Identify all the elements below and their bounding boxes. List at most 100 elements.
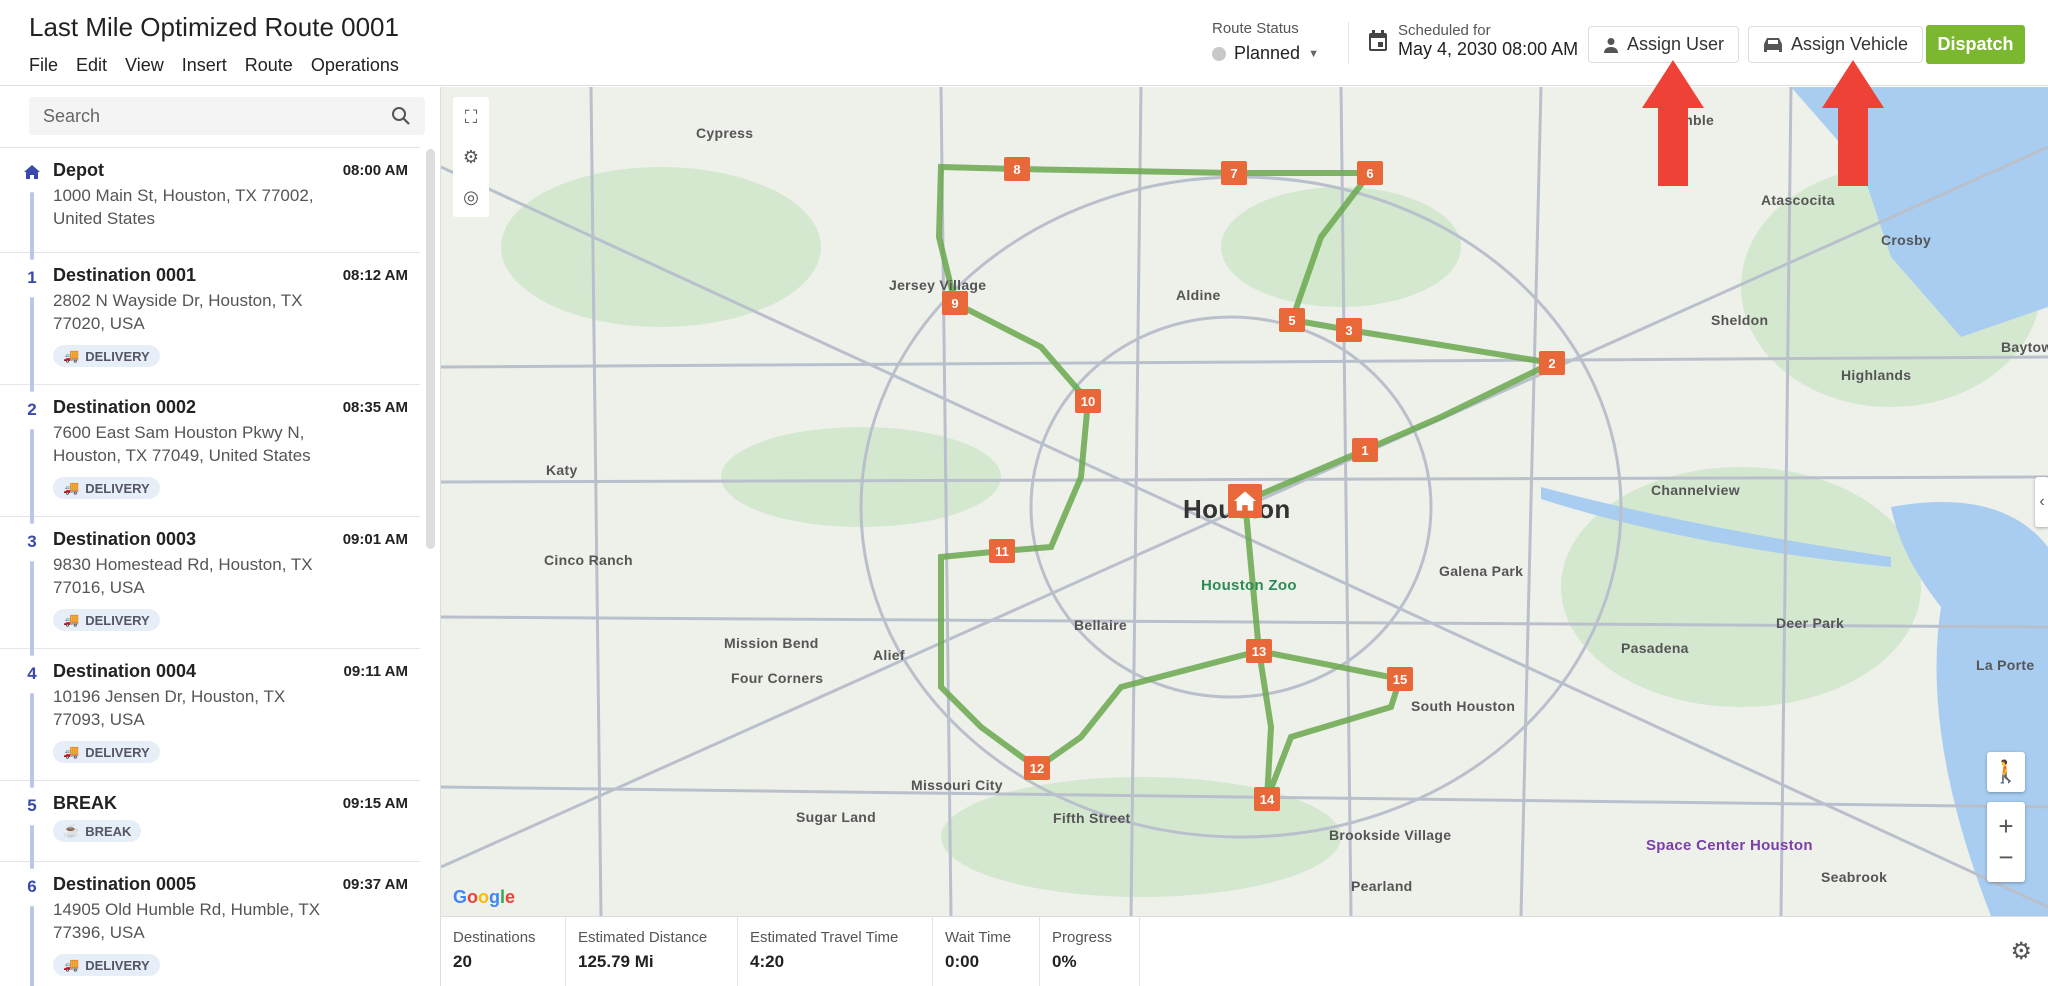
badge-label: DELIVERY xyxy=(85,744,150,760)
stop-address: 2802 N Wayside Dr, Houston, TX 77020, US… xyxy=(53,291,303,333)
zoom-out-icon[interactable]: − xyxy=(1998,842,2013,873)
badge-label: DELIVERY xyxy=(85,612,150,628)
page-title: Last Mile Optimized Route 0001 xyxy=(29,12,399,42)
break-badge: ☕ BREAK xyxy=(53,820,142,842)
stop-time: 08:35 AM xyxy=(342,399,408,416)
map-label: Katy xyxy=(546,462,578,478)
map-label: Cinco Ranch xyxy=(544,552,633,568)
stop-address: 9830 Homestead Rd, Houston, TX 77016, US… xyxy=(53,555,313,597)
route-marker[interactable]: 8 xyxy=(1004,157,1030,181)
stop-list: Depot 08:00 AM 1000 Main St, Houston, TX… xyxy=(0,147,420,986)
truck-icon: 🚚 xyxy=(63,348,80,363)
route-stats-bar: Destinations 20 Estimated Distance 125.79 … xyxy=(441,916,2048,986)
map[interactable]: ⛶ ⚙ ◎ Houston Houston Zoo Space Center H… xyxy=(441,87,2048,916)
assign-vehicle-button[interactable]: Assign Vehicle xyxy=(1748,26,1924,63)
stat-destinations: Destinations 20 xyxy=(441,917,566,986)
gear-icon[interactable]: ⚙ xyxy=(463,147,479,168)
menu-operations[interactable]: Operations xyxy=(311,55,399,76)
stat-label: Estimated Travel Time xyxy=(750,929,899,946)
route-marker[interactable]: 12 xyxy=(1024,756,1050,780)
assign-vehicle-label: Assign Vehicle xyxy=(1791,34,1909,54)
search-icon[interactable] xyxy=(391,106,411,126)
route-marker[interactable]: 10 xyxy=(1075,389,1101,413)
pegman-icon[interactable]: 🚶 xyxy=(1987,752,2025,792)
status-dot-icon xyxy=(1212,46,1226,61)
map-label-space-center: Space Center Houston xyxy=(1646,837,1813,854)
stop-address: 10196 Jensen Dr, Houston, TX 77093, USA xyxy=(53,687,286,729)
zoom-in-icon[interactable]: + xyxy=(1998,811,2013,842)
route-status-label: Route Status xyxy=(1212,20,1299,37)
map-label: Jersey Village xyxy=(889,277,987,293)
stat-value: 0:00 xyxy=(945,952,980,971)
sidebar-scrollbar[interactable] xyxy=(426,149,435,549)
divider xyxy=(1348,22,1349,64)
route-marker[interactable]: 11 xyxy=(989,539,1015,563)
timeline-bar xyxy=(30,297,34,392)
menu-route[interactable]: Route xyxy=(245,55,293,76)
timeline-bar xyxy=(30,561,34,656)
coffee-icon: ☕ xyxy=(63,823,80,838)
sidebar: Search Depot 08:00 AM 1000 Main St, Hous… xyxy=(0,87,441,986)
stop-number: 5 xyxy=(27,796,37,815)
list-item[interactable]: 4 Destination 0004 09:11 AM 10196 Jensen … xyxy=(0,649,420,788)
stop-address: 7600 East Sam Houston Pkwy N, Houston, T… xyxy=(53,423,311,465)
list-item[interactable]: 1 Destination 0001 08:12 AM 2802 N Waysid… xyxy=(0,253,420,392)
map-label: Alief xyxy=(873,647,905,663)
menu-insert[interactable]: Insert xyxy=(182,55,227,76)
stop-number: 2 xyxy=(27,400,37,419)
route-marker[interactable]: 5 xyxy=(1279,308,1305,332)
list-item[interactable]: 3 Destination 0003 09:01 AM 9830 Homestea… xyxy=(0,517,420,656)
scheduled-for[interactable]: Scheduled for May 4, 2030 08:00 AM xyxy=(1368,22,1578,60)
map-label: South Houston xyxy=(1411,698,1516,714)
chevron-left-icon[interactable]: ‹ xyxy=(2035,477,2048,527)
list-item[interactable]: 2 Destination 0002 08:35 AM 7600 East Sam… xyxy=(0,385,420,524)
stop-time: 08:12 AM xyxy=(342,267,408,284)
assign-user-label: Assign User xyxy=(1627,34,1725,54)
traffic-icon[interactable]: ◎ xyxy=(463,187,479,208)
route-status-dropdown[interactable]: Route Status Planned ▼ xyxy=(1212,20,1319,64)
map-label: Cypress xyxy=(696,125,754,141)
route-marker[interactable]: 9 xyxy=(942,291,968,315)
settings-gear-icon[interactable]: ⚙ xyxy=(2010,937,2032,966)
fullscreen-icon[interactable]: ⛶ xyxy=(465,107,478,128)
list-item-break[interactable]: 5 BREAK 09:15 AM ☕ BREAK xyxy=(0,781,420,869)
route-marker[interactable]: 7 xyxy=(1221,161,1247,185)
list-item-depot[interactable]: Depot 08:00 AM 1000 Main St, Houston, TX… xyxy=(0,148,420,260)
route-marker[interactable]: 3 xyxy=(1336,318,1362,342)
menu-file[interactable]: File xyxy=(29,55,58,76)
depot-home-marker-icon[interactable] xyxy=(1228,484,1262,518)
stop-number: 4 xyxy=(27,664,37,683)
map-label: Bellaire xyxy=(1074,617,1127,633)
map-label: Sheldon xyxy=(1711,312,1769,328)
map-label-zoo: Houston Zoo xyxy=(1201,577,1297,594)
route-marker[interactable]: 6 xyxy=(1357,161,1383,185)
scheduled-label: Scheduled for xyxy=(1398,22,1491,39)
truck-icon: 🚚 xyxy=(63,480,80,495)
map-label: Baytown xyxy=(2001,339,2048,355)
dispatch-button[interactable]: Dispatch xyxy=(1926,25,2025,64)
map-label: Atascocita xyxy=(1761,192,1835,208)
assign-user-button[interactable]: Assign User xyxy=(1588,26,1740,63)
stat-label: Wait Time xyxy=(945,929,1012,946)
stop-time: 09:15 AM xyxy=(342,795,408,812)
route-marker[interactable]: 15 xyxy=(1387,667,1413,691)
google-logo: Google xyxy=(453,887,516,907)
stat-label: Destinations xyxy=(453,929,536,946)
route-marker[interactable]: 14 xyxy=(1254,787,1280,811)
badge-label: DELIVERY xyxy=(85,348,150,364)
menu-view[interactable]: View xyxy=(125,55,164,76)
list-item[interactable]: 6 Destination 0005 09:37 AM 14905 Old Hum… xyxy=(0,862,420,986)
delivery-badge: 🚚 DELIVERY xyxy=(53,345,160,367)
stat-value: 0% xyxy=(1052,952,1077,971)
map-label: Mission Bend xyxy=(724,635,819,651)
truck-icon: 🚚 xyxy=(63,744,80,759)
stop-number: 3 xyxy=(27,532,37,551)
route-marker[interactable]: 13 xyxy=(1246,639,1272,663)
calendar-icon xyxy=(1369,30,1387,51)
route-marker[interactable]: 1 xyxy=(1352,438,1378,462)
stat-value: 125.79 Mi xyxy=(578,952,654,971)
search-input[interactable]: Search xyxy=(29,97,425,135)
menu-edit[interactable]: Edit xyxy=(76,55,107,76)
route-marker[interactable]: 2 xyxy=(1539,351,1565,375)
timeline-bar xyxy=(30,693,34,788)
